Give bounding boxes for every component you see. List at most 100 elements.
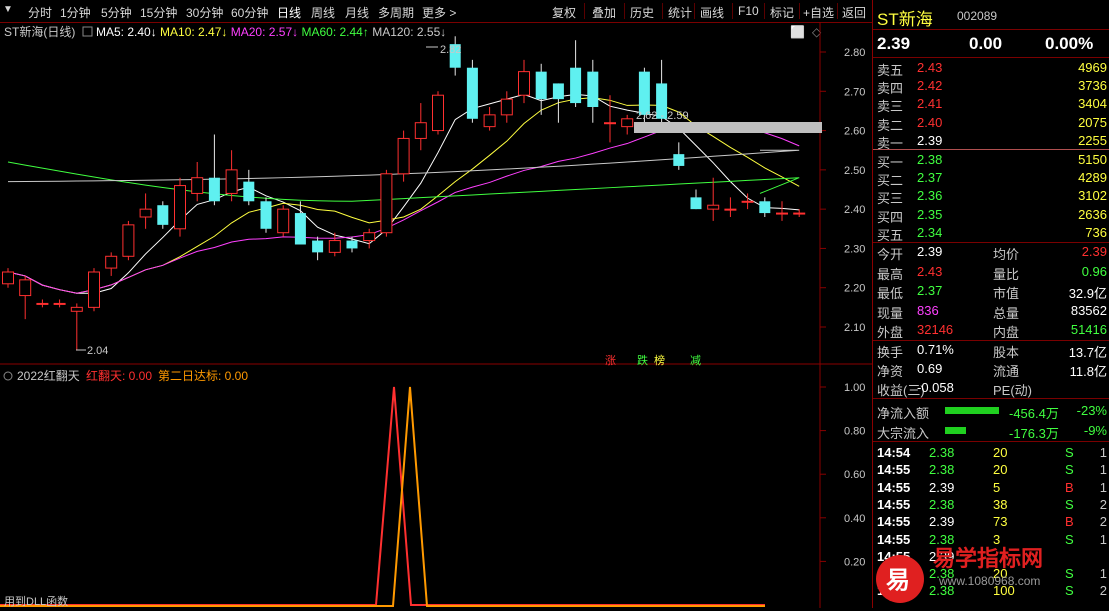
tab-period-5[interactable]: 60分钟: [231, 4, 268, 21]
tab-period-more[interactable]: 更多 >: [422, 4, 456, 21]
f10-button[interactable]: F10: [738, 4, 759, 18]
chart-area[interactable]: ST新海(日线) MA5: 2.40↓ MA10: 2.47↓ MA20: 2.…: [0, 22, 872, 608]
tick-price: 2.38: [929, 496, 955, 512]
tag-up[interactable]: 涨: [605, 354, 616, 367]
mark-button[interactable]: 标记: [770, 4, 794, 21]
stats-row[interactable]: 最高 2.43 量比 0.96: [873, 262, 1109, 282]
tick-row[interactable]: 14:55 2.38 20 S 1: [873, 460, 1109, 479]
tick-volume: 20: [993, 462, 1008, 478]
tab-period-multi[interactable]: 多周期: [378, 4, 414, 21]
tag-rank[interactable]: 榜: [654, 353, 665, 367]
candle-body: [759, 201, 771, 214]
tick-row[interactable]: 14:55 2.38 38 S 2: [873, 495, 1109, 514]
candle-body: [741, 200, 754, 203]
adjust-button[interactable]: 复权: [552, 4, 576, 21]
candles: [2, 36, 806, 351]
ask-row[interactable]: 卖四 2.42 3736: [873, 76, 1109, 96]
stats2-row[interactable]: 收益(三) -0.058 PE(动): [873, 378, 1109, 398]
stats-row[interactable]: 最低 2.37 市值 32.9亿: [873, 281, 1109, 301]
window-icon[interactable]: ⬜: [790, 25, 805, 39]
bid-volume: 2636: [1078, 206, 1107, 222]
tab-period-weekly[interactable]: 周线: [311, 4, 335, 21]
stat-value: 2.43: [917, 263, 943, 279]
stat-label: 最高: [877, 266, 904, 282]
bid-row[interactable]: 买二 2.37 4289: [873, 168, 1109, 188]
bid-price: 2.35: [917, 206, 943, 222]
tab-period-monthly[interactable]: 月线: [345, 4, 369, 21]
tick-time: 14:55: [877, 496, 911, 512]
stats-row[interactable]: 外盘 32146 内盘 51416: [873, 320, 1109, 340]
stats2-row[interactable]: 换手 0.71% 股本 13.7亿: [873, 340, 1109, 360]
candle-body: [380, 173, 393, 234]
bid-row[interactable]: 买三 2.36 3102: [873, 186, 1109, 206]
tab-period-0[interactable]: 分时: [28, 4, 52, 21]
tab-period-daily[interactable]: 日线: [277, 4, 301, 21]
tab-period-1[interactable]: 1分钟: [60, 4, 91, 21]
indicator-lines: [0, 386, 765, 607]
statistics-button[interactable]: 统计: [668, 4, 692, 21]
y-tick-label: 2.10: [844, 322, 865, 334]
tab-period-3[interactable]: 15分钟: [140, 4, 177, 21]
candle-body: [587, 71, 599, 107]
kline-chart[interactable]: ST新海(日线) MA5: 2.40↓ MA10: 2.47↓ MA20: 2.…: [0, 22, 872, 608]
ask-volume: 3736: [1078, 78, 1107, 94]
y-tick-label: 2.60: [844, 126, 865, 138]
ask-volume: 4969: [1078, 60, 1107, 75]
tab-period-4[interactable]: 30分钟: [186, 4, 223, 21]
tag-reduce[interactable]: 减: [690, 354, 701, 367]
tick-count: 1: [1099, 479, 1107, 495]
stat-value: 32146: [917, 322, 954, 337]
tag-down[interactable]: 跌: [637, 353, 648, 367]
ask-row[interactable]: 卖三 2.41 3404: [873, 94, 1109, 114]
candle-body: [397, 137, 410, 175]
chevron-down-icon[interactable]: ▼: [3, 4, 13, 15]
flow-pct: -9%: [1083, 423, 1107, 438]
bid-row[interactable]: 买一 2.38 5150: [873, 150, 1109, 170]
bid-price: 2.37: [917, 170, 943, 186]
stat-label: 外盘: [877, 325, 904, 340]
period-toolbar: ▼ 分时 1分钟 5分钟 15分钟 30分钟 60分钟 日线 周线 月线 多周期…: [0, 0, 872, 23]
ask-price: 2.43: [917, 60, 943, 75]
tick-volume: 38: [993, 496, 1008, 512]
stats2-row[interactable]: 净资 0.69 流通 11.8亿: [873, 359, 1109, 379]
draw-line-button[interactable]: 画线: [700, 4, 724, 21]
tick-volume: 20: [993, 445, 1008, 460]
stats-row[interactable]: 现量 836 总量 83562: [873, 301, 1109, 321]
sub-collapse-icon[interactable]: [3, 371, 13, 381]
ask-row[interactable]: 卖一 2.39 2255: [873, 131, 1109, 151]
bid-price: 2.36: [917, 188, 943, 204]
add-watchlist-button[interactable]: +自选: [803, 4, 834, 21]
back-button[interactable]: 返回: [842, 4, 866, 21]
tab-period-2[interactable]: 5分钟: [101, 4, 132, 21]
tick-count: 2: [1099, 496, 1107, 512]
flow-row[interactable]: 净流入额 -456.4万 -23%: [873, 401, 1109, 421]
tick-row[interactable]: 14:54 2.38 20 S 1: [873, 443, 1109, 462]
candle-body: [294, 213, 306, 245]
stats-row[interactable]: 今开 2.39 均价 2.39: [873, 242, 1109, 262]
tick-row[interactable]: 14:55 2.39 5 B 1: [873, 478, 1109, 497]
flow-row[interactable]: 大宗流入 -176.3万 -9%: [873, 421, 1109, 441]
overlay-button[interactable]: 叠加: [592, 4, 616, 21]
last-price: 2.39: [877, 34, 911, 53]
ask-row[interactable]: 卖二 2.40 2075: [873, 113, 1109, 133]
ask-volume: 2075: [1078, 114, 1107, 130]
stat-label: 最低: [877, 286, 904, 301]
ma-legend: MA5: 2.40↓ MA10: 2.47↓ MA20: 2.57↓ MA60:…: [96, 25, 446, 39]
stat-label: 市值: [993, 286, 1020, 301]
tick-row[interactable]: 14:55 2.39 73 B 2: [873, 512, 1109, 531]
history-button[interactable]: 历史: [630, 4, 654, 21]
ask-price: 2.42: [917, 78, 943, 94]
bid-row[interactable]: 买四 2.35 2636: [873, 205, 1109, 225]
price-range-box: [634, 122, 822, 133]
ma-legend-item: MA20: 2.57↓: [227, 25, 298, 39]
tick-side: B: [1065, 479, 1074, 495]
low-marker: 2.04: [87, 345, 108, 357]
collapse-icon[interactable]: [82, 26, 93, 37]
ask-row[interactable]: 卖五 2.43 4969: [873, 58, 1109, 78]
flow-value: -456.4万: [1009, 406, 1059, 421]
tick-side: S: [1065, 462, 1074, 478]
indicator-title: 2022红翻天: [17, 368, 80, 383]
price-change-pct: 0.00%: [1045, 34, 1094, 53]
y-axis-sub: 1.00 0.80 0.60 0.40 0.20: [820, 382, 865, 568]
bid-row[interactable]: 买五 2.34 736: [873, 223, 1109, 243]
